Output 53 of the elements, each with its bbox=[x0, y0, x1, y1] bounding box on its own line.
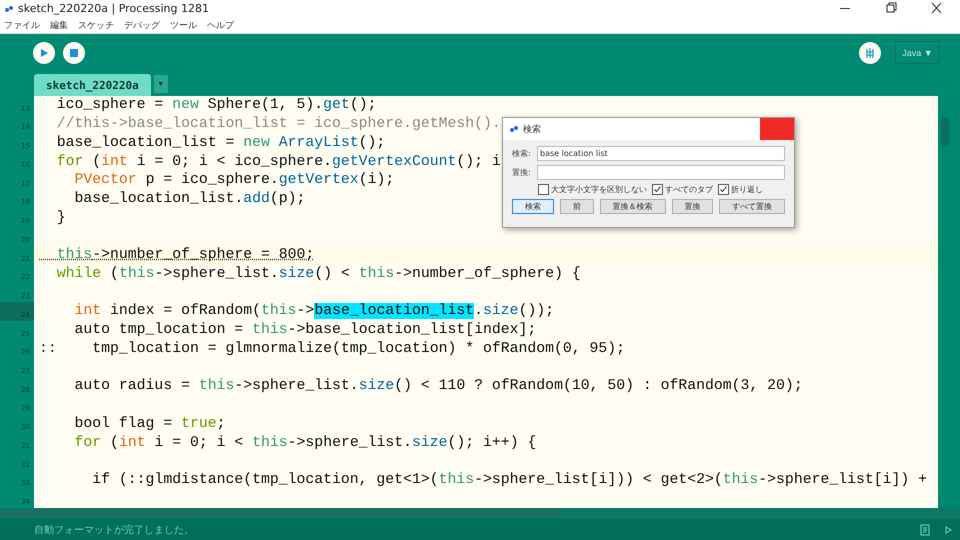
app-icon bbox=[4, 4, 14, 12]
dialog-button[interactable]: 前 bbox=[560, 199, 594, 214]
dialog-button[interactable]: 置換 bbox=[672, 199, 714, 214]
input-field[interactable]: base location list bbox=[537, 146, 785, 161]
menu-item[interactable]: ファイル bbox=[4, 18, 40, 32]
code-line: while (this->sphere_list.size() < this->number_of_sphere) { bbox=[56, 266, 581, 282]
debug-button[interactable] bbox=[859, 42, 881, 64]
option-label: 折り返し bbox=[731, 184, 763, 195]
code-line: tmp_location = glmnormalize(tmp_location) * ofRandom(0, 95); bbox=[91, 340, 626, 357]
checkbox[interactable] bbox=[652, 184, 663, 195]
code-line: auto radius = this->sphere_list.size() < 110 ? ofRandom(10, 50) : ofRandom(3, 20); bbox=[74, 378, 803, 394]
code-line: //this->base_location_list = ico_sphere.getMesh(). bbox=[56, 116, 501, 132]
code-line: for (int i = 0; i < this->sphere_list.size(); i++) { bbox=[74, 434, 536, 451]
window-title: sketch_220220a | Processing 1281 bbox=[18, 2, 210, 15]
menu-item[interactable]: デバッグ bbox=[124, 18, 160, 32]
menu-item[interactable]: ツール bbox=[170, 18, 197, 32]
code-line: ico_sphere = new Sphere(1, 5).get(); bbox=[56, 97, 376, 114]
code-line: for (int i = 0; i < ico_sphere.getVertexCount(); i bbox=[56, 154, 501, 170]
play-icon bbox=[40, 48, 48, 56]
field-label: 置換: bbox=[512, 167, 532, 178]
input-field[interactable] bbox=[537, 165, 785, 180]
editor-tab[interactable]: sketch_220220a bbox=[34, 74, 151, 96]
stop-button[interactable] bbox=[63, 42, 85, 64]
option-label: すべてのタブ bbox=[665, 184, 713, 195]
menu-item[interactable]: 編集 bbox=[50, 18, 68, 32]
run-button[interactable] bbox=[33, 42, 55, 64]
line-marker: :: bbox=[39, 340, 57, 357]
code-line: bool flag = true; bbox=[74, 416, 226, 432]
checkbox[interactable] bbox=[538, 184, 549, 195]
dialog-button[interactable]: 置換＆検索 bbox=[600, 199, 666, 214]
code-line: this->number_of_sphere = 800; bbox=[56, 247, 314, 264]
checkbox[interactable] bbox=[718, 184, 729, 195]
menu-item[interactable]: ヘルプ bbox=[207, 18, 234, 32]
status-message: 自動フォーマットが完了しました。 bbox=[34, 524, 195, 536]
dialog-title: 検索 bbox=[523, 124, 542, 136]
bug-icon bbox=[864, 46, 876, 58]
option-label: 大文字小文字を区別しない bbox=[551, 184, 647, 195]
horizontal-scrollbar[interactable] bbox=[0, 508, 960, 519]
code-line: PVector p = ico_sphere.getVertex(i); bbox=[74, 172, 394, 188]
dialog-button[interactable]: 検索 bbox=[512, 199, 554, 214]
play-icon[interactable] bbox=[944, 526, 952, 534]
app-icon bbox=[509, 125, 519, 133]
code-line: int index = ofRandom(this->base_location_list.size()); bbox=[74, 303, 554, 320]
dialog-button[interactable]: すべて置換 bbox=[719, 199, 785, 214]
menu-item[interactable]: スケッチ bbox=[78, 18, 114, 32]
code-line: base_location_list.add(p); bbox=[74, 191, 306, 208]
code-line: auto tmp_location = this->base_location_list[index]; bbox=[74, 322, 536, 338]
code-line: } bbox=[56, 210, 66, 226]
console-icon[interactable] bbox=[920, 524, 930, 536]
code-line: base_location_list = new ArrayList(); bbox=[56, 134, 386, 151]
field-label: 検索: bbox=[512, 148, 532, 159]
code-line: if (::glmdistance(tmp_location, get<1>(this->sphere_list[i])) < get<2>(this->sphere_list[i]) + bbox=[91, 472, 928, 488]
stop-icon bbox=[70, 48, 78, 56]
